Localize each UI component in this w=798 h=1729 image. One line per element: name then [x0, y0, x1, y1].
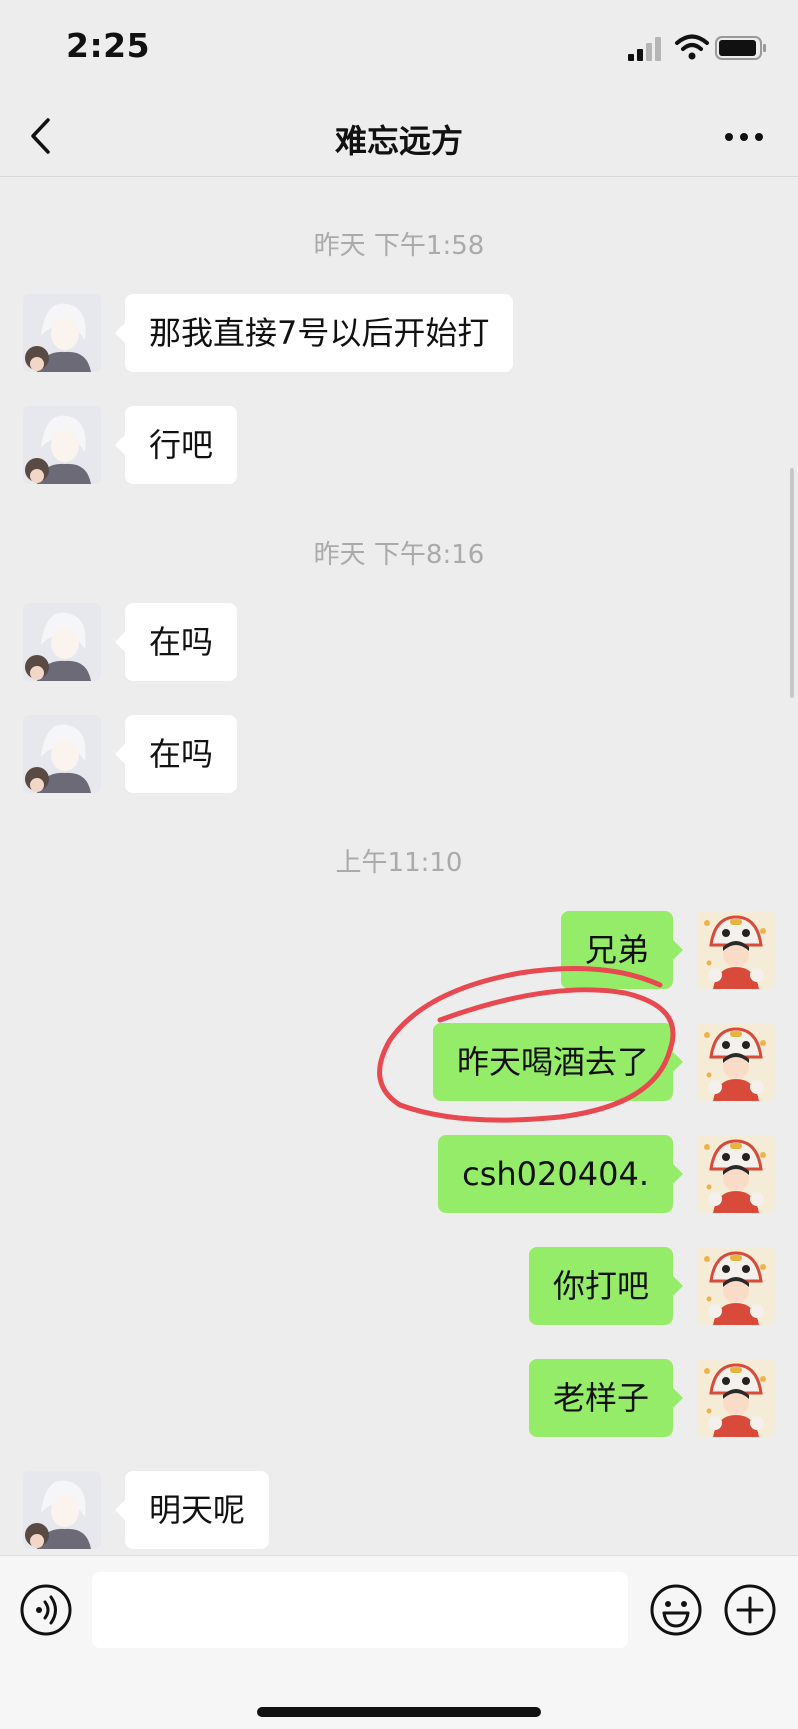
message-row: 行吧: [0, 406, 798, 486]
message-bubble[interactable]: 明天呢: [114, 1471, 270, 1549]
self-avatar[interactable]: [697, 1359, 775, 1437]
contact-avatar[interactable]: [23, 603, 101, 681]
self-avatar[interactable]: [697, 1247, 775, 1325]
message-row: 你打吧: [0, 1247, 798, 1327]
message-row: 在吗: [0, 715, 798, 795]
more-icon[interactable]: [724, 132, 764, 142]
chat-header: 难忘远方: [0, 96, 798, 177]
status-bar: 2:25: [0, 0, 798, 96]
chat-title: 难忘远方: [334, 122, 463, 160]
message-bubble[interactable]: 你打吧: [528, 1247, 684, 1325]
contact-avatar[interactable]: [23, 406, 101, 484]
message-bubble[interactable]: 那我直接7号以后开始打: [114, 294, 514, 372]
plus-icon[interactable]: [722, 1582, 778, 1638]
message-row: 那我直接7号以后开始打: [0, 294, 798, 374]
contact-avatar[interactable]: [23, 1471, 101, 1549]
message-bubble[interactable]: 行吧: [114, 406, 238, 484]
message-row: 兄弟: [0, 911, 798, 991]
wifi-icon: [675, 34, 709, 60]
message-row: 老样子: [0, 1359, 798, 1439]
message-row: 明天呢: [0, 1471, 798, 1551]
message-bubble[interactable]: 兄弟: [560, 911, 684, 989]
home-indicator[interactable]: [257, 1707, 541, 1717]
timestamp: 上午11:10: [335, 848, 463, 878]
message-row: 昨天喝酒去了: [0, 1023, 798, 1103]
voice-icon[interactable]: [18, 1582, 74, 1638]
input-bar: [0, 1555, 798, 1729]
timestamp: 昨天 下午8:16: [313, 540, 485, 570]
self-avatar[interactable]: [697, 1135, 775, 1213]
contact-avatar[interactable]: [23, 294, 101, 372]
self-avatar[interactable]: [697, 911, 775, 989]
message-bubble[interactable]: 在吗: [114, 603, 238, 681]
timestamp: 昨天 下午1:58: [313, 231, 485, 261]
battery-icon: [715, 36, 766, 60]
message-input[interactable]: [92, 1572, 628, 1648]
chat-area[interactable]: 昨天 下午1:58 那我直接7号以后开始打 行吧 昨天 下午8:16 在吗 在吗…: [0, 177, 798, 1555]
message-bubble[interactable]: 老样子: [528, 1359, 684, 1437]
message-bubble[interactable]: 在吗: [114, 715, 238, 793]
scrollbar[interactable]: [790, 468, 794, 698]
message-row: 在吗: [0, 603, 798, 683]
self-avatar[interactable]: [697, 1023, 775, 1101]
cellular-signal-icon: [628, 37, 661, 61]
status-time: 2:25: [66, 26, 151, 65]
message-bubble[interactable]: 昨天喝酒去了: [432, 1023, 684, 1101]
contact-avatar[interactable]: [23, 715, 101, 793]
message-bubble[interactable]: csh020404.: [438, 1135, 683, 1213]
emoji-icon[interactable]: [648, 1582, 704, 1638]
message-row: csh020404.: [0, 1135, 798, 1215]
